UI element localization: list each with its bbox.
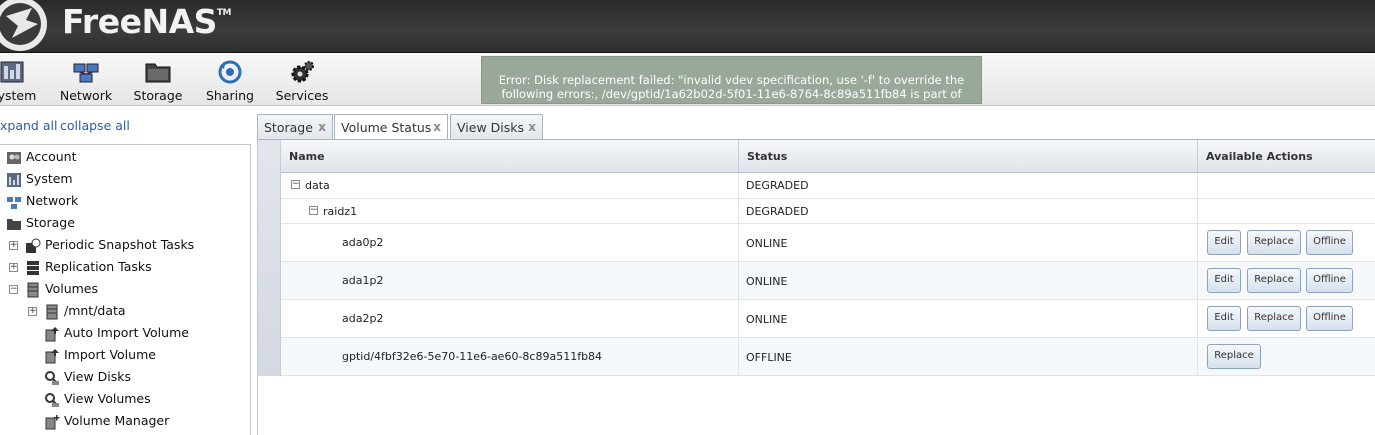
app-header: FreeNASTM bbox=[0, 0, 1375, 53]
storage-icon bbox=[145, 63, 171, 83]
snapshot-icon bbox=[26, 238, 41, 253]
system-icon bbox=[0, 61, 24, 83]
collapse-icon[interactable]: − bbox=[9, 285, 18, 294]
view-disks-icon bbox=[45, 371, 59, 385]
tree-item-label: System bbox=[26, 171, 73, 186]
table-row[interactable]: gptid/4fbf32e6-5e70-11e6-ae60-8c89a511fb… bbox=[281, 338, 1375, 376]
table-row[interactable]: − data DEGRADED bbox=[281, 173, 1375, 199]
toolbar-sharing[interactable]: Sharing bbox=[204, 60, 256, 103]
row-status: ONLINE bbox=[746, 313, 788, 326]
tree-item-label: Account bbox=[26, 149, 77, 164]
tree-item-label: Import Volume bbox=[64, 347, 156, 362]
collapse-all-link[interactable]: collapse all bbox=[60, 118, 130, 133]
column-header-status[interactable]: Status bbox=[739, 140, 1198, 173]
close-icon[interactable]: x bbox=[433, 120, 441, 134]
volume-manager-icon bbox=[45, 415, 60, 430]
grid-header: Name Status Available Actions bbox=[281, 140, 1375, 173]
collapse-icon[interactable]: − bbox=[309, 206, 318, 215]
grid-row-gutter bbox=[258, 140, 281, 376]
tab-label: View Disks bbox=[457, 120, 524, 135]
offline-button[interactable]: Offline bbox=[1306, 306, 1353, 331]
offline-button[interactable]: Offline bbox=[1306, 268, 1353, 293]
tab-volume-status[interactable]: Volume Status x bbox=[334, 114, 448, 141]
table-row[interactable]: − raidz1 DEGRADED bbox=[281, 199, 1375, 224]
auto-import-icon bbox=[45, 327, 59, 342]
volume-icon bbox=[46, 304, 58, 320]
tab-label: Volume Status bbox=[341, 120, 432, 135]
column-header-actions[interactable]: Available Actions bbox=[1198, 140, 1375, 173]
toolbar-system[interactable]: System bbox=[0, 60, 40, 103]
expand-icon[interactable]: + bbox=[28, 307, 37, 316]
row-name: ada2p2 bbox=[342, 312, 384, 325]
edit-button[interactable]: Edit bbox=[1207, 268, 1241, 293]
row-name: raidz1 bbox=[323, 205, 358, 218]
row-name: ada1p2 bbox=[342, 274, 384, 287]
replication-icon bbox=[27, 261, 39, 275]
toolbar-network[interactable]: Network bbox=[58, 60, 114, 103]
freenas-logo-icon bbox=[0, 0, 47, 51]
tab-storage[interactable]: Storage x bbox=[257, 114, 333, 140]
tree-item-label: View Disks bbox=[64, 369, 131, 384]
edit-button[interactable]: Edit bbox=[1207, 230, 1241, 255]
toolbar-services-label: Services bbox=[275, 88, 329, 103]
table-row[interactable]: ada1p2 ONLINE Edit Replace Offline bbox=[281, 262, 1375, 300]
tree-item-label: /mnt/data bbox=[64, 303, 126, 318]
replace-button[interactable]: Replace bbox=[1247, 306, 1301, 331]
replace-button[interactable]: Replace bbox=[1207, 344, 1261, 369]
expand-all-link[interactable]: xpand all bbox=[0, 118, 57, 133]
close-icon[interactable]: x bbox=[318, 120, 326, 134]
toolbar-storage-label: Storage bbox=[133, 88, 183, 103]
tree-item-label: Volume Manager bbox=[64, 413, 170, 428]
edit-button[interactable]: Edit bbox=[1207, 306, 1241, 331]
volume-status-grid: Name Status Available Actions − data DEG… bbox=[257, 140, 1375, 435]
toolbar-sharing-label: Sharing bbox=[206, 88, 254, 103]
expand-icon[interactable]: + bbox=[9, 241, 18, 250]
navigation-tree: Account System Network Storage + Periodi… bbox=[0, 144, 251, 435]
volumes-icon bbox=[27, 282, 39, 298]
expand-icon[interactable]: + bbox=[9, 263, 18, 272]
tree-item-label: View Volumes bbox=[64, 391, 151, 406]
services-icon bbox=[291, 61, 314, 83]
replace-button[interactable]: Replace bbox=[1247, 230, 1301, 255]
toolbar-services[interactable]: Services bbox=[274, 60, 330, 103]
account-icon bbox=[7, 152, 21, 164]
tree-item-label: Replication Tasks bbox=[45, 259, 152, 274]
row-status: DEGRADED bbox=[746, 205, 809, 218]
offline-button[interactable]: Offline bbox=[1306, 230, 1353, 255]
row-status: DEGRADED bbox=[746, 179, 809, 192]
tree-item-label: Network bbox=[26, 193, 79, 208]
column-header-name[interactable]: Name bbox=[281, 140, 739, 173]
row-status: OFFLINE bbox=[746, 351, 792, 364]
table-row[interactable]: ada0p2 ONLINE Edit Replace Offline bbox=[281, 224, 1375, 262]
sharing-icon bbox=[218, 60, 242, 84]
row-status: ONLINE bbox=[746, 275, 788, 288]
row-status: ONLINE bbox=[746, 237, 788, 250]
replace-button[interactable]: Replace bbox=[1247, 268, 1301, 293]
tree-item-label: Volumes bbox=[45, 281, 99, 296]
toolbar-system-label: System bbox=[0, 88, 37, 103]
view-volumes-icon bbox=[45, 393, 59, 407]
tree-item-label: Storage bbox=[26, 215, 75, 230]
app-title: FreeNASTM bbox=[62, 2, 232, 41]
network-icon bbox=[73, 63, 99, 83]
toolbar-network-label: Network bbox=[59, 88, 113, 103]
row-name: data bbox=[305, 179, 330, 192]
tree-item-label: Periodic Snapshot Tasks bbox=[45, 237, 195, 252]
collapse-icon[interactable]: − bbox=[291, 180, 300, 189]
table-row[interactable]: ada2p2 ONLINE Edit Replace Offline bbox=[281, 300, 1375, 338]
network-icon bbox=[7, 197, 21, 209]
row-name: ada0p2 bbox=[342, 236, 384, 249]
tab-label: Storage bbox=[264, 120, 313, 135]
tree-item-label: Auto Import Volume bbox=[64, 325, 189, 340]
tab-view-disks[interactable]: View Disks x bbox=[450, 114, 543, 140]
row-name: gptid/4fbf32e6-5e70-11e6-ae60-8c89a511fb… bbox=[342, 350, 603, 363]
system-icon bbox=[7, 173, 21, 187]
error-notification: Error: Disk replacement failed: "invalid… bbox=[481, 56, 982, 104]
toolbar-storage[interactable]: Storage bbox=[132, 60, 184, 103]
close-icon[interactable]: x bbox=[528, 120, 536, 134]
import-icon bbox=[45, 349, 59, 364]
storage-icon bbox=[7, 219, 21, 230]
